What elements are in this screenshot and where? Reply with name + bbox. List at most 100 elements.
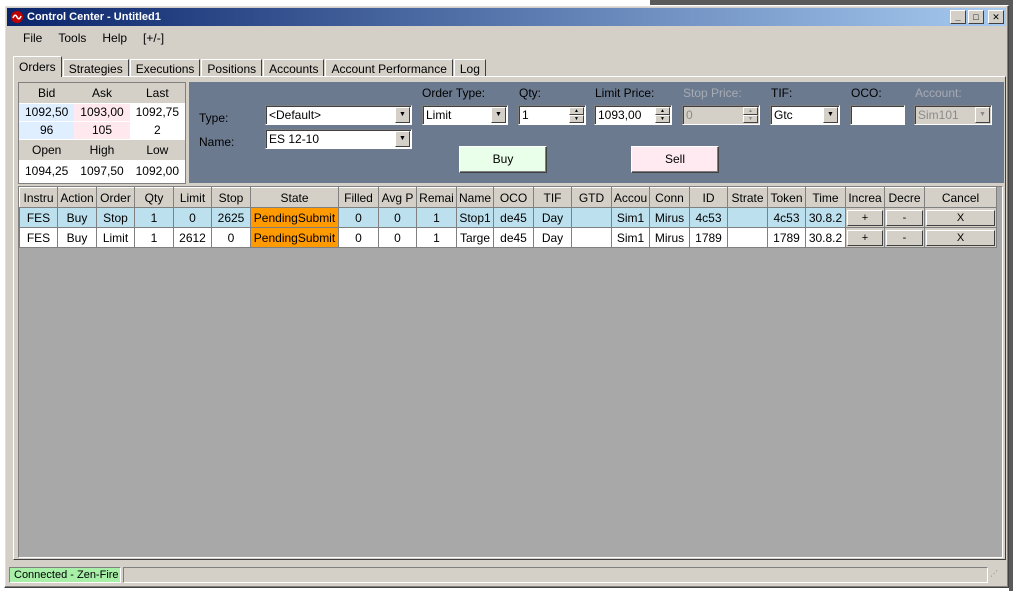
quote-prices: 1092,50 1093,00 1092,75 [19,104,185,121]
col-limit[interactable]: Limit [173,187,212,208]
tab-executions[interactable]: Executions [129,59,201,77]
table-row[interactable]: FES Buy Stop 1 0 2625 PendingSubmit 0 0 … [19,207,997,228]
high-price: 1097,50 [80,164,124,178]
limit-price-value: 1093,00 [598,108,642,122]
increase-button[interactable]: + [847,209,883,226]
cell-strategy [727,227,768,248]
quote-header-bid-ask-last: Bid Ask Last [19,83,185,103]
cell-time: 30.8.2 [805,207,846,228]
tab-accounts[interactable]: Accounts [263,59,325,77]
last-price: 1092,75 [135,105,180,119]
stop-price-value: 0 [686,108,693,122]
cell-action: Buy [57,227,97,248]
cell-limit: 0 [173,207,212,228]
tab-log[interactable]: Log [453,59,486,77]
col-order[interactable]: Order [96,187,135,208]
col-increase[interactable]: Increa [845,187,885,208]
menu-help[interactable]: Help [94,29,135,47]
last-header: Last [145,86,169,100]
cell-order: Stop [96,207,135,228]
name-combo[interactable]: ES 12-10 ▼ [265,129,412,149]
col-filled[interactable]: Filled [338,187,379,208]
cell-filled: 0 [338,227,379,248]
col-remaining[interactable]: Remai [416,187,457,208]
name-value: ES 12-10 [269,132,320,146]
menu-file[interactable]: File [15,29,50,47]
order-type-combo[interactable]: Limit ▼ [422,105,508,125]
col-gtd[interactable]: GTD [571,187,612,208]
connection-status: Connected - Zen-Fire [9,567,121,583]
tif-combo[interactable]: Gtc ▼ [770,105,840,125]
spin-up-icon[interactable]: ▲ [569,107,584,115]
cell-qty: 1 [134,227,174,248]
decrease-button[interactable]: - [886,209,923,226]
col-account[interactable]: Accou [611,187,650,208]
tab-positions[interactable]: Positions [201,59,263,77]
buy-button[interactable]: Buy [459,146,547,173]
low-header: Low [146,143,169,157]
cancel-order-button[interactable]: X [926,209,995,226]
col-decrease[interactable]: Decre [884,187,925,208]
account-combo: Sim101 ▼ [914,105,992,125]
cell-state: PendingSubmit [250,207,339,228]
quote-sizes: 96 105 2 [19,122,185,139]
type-value: <Default> [269,108,322,122]
type-label: Type: [199,111,229,125]
col-qty[interactable]: Qty [134,187,174,208]
chevron-down-icon[interactable]: ▼ [491,107,506,123]
cell-name: Stop1 [456,207,494,228]
col-stop[interactable]: Stop [211,187,251,208]
col-time[interactable]: Time [805,187,846,208]
stop-price-spinner: 0 ▲ ▼ [682,105,760,125]
col-strategy[interactable]: Strate [727,187,768,208]
table-row[interactable]: FES Buy Limit 1 2612 0 PendingSubmit 0 0… [19,227,997,248]
qty-spinner[interactable]: 1 ▲ ▼ [518,105,586,125]
spin-up-icon: ▲ [743,107,758,115]
tif-label: TIF: [771,86,793,100]
col-instrument[interactable]: Instru [19,187,58,208]
app-icon [10,10,24,24]
type-combo[interactable]: <Default> ▼ [265,105,412,125]
col-avg-price[interactable]: Avg P [378,187,417,208]
oco-input[interactable] [850,105,905,125]
title-bar[interactable]: Control Center - Untitled1 _ □ ✕ [7,8,1006,26]
col-action[interactable]: Action [57,187,97,208]
maximize-button[interactable]: □ [968,10,984,24]
increase-button[interactable]: + [847,229,883,246]
open-price: 1094,25 [24,164,69,178]
cell-stop: 0 [211,227,251,248]
spin-down-icon[interactable]: ▼ [569,115,584,123]
decrease-button[interactable]: - [886,229,923,246]
col-state[interactable]: State [250,187,339,208]
spin-up-icon[interactable]: ▲ [655,107,670,115]
col-cancel[interactable]: Cancel [924,187,997,208]
menu-tools[interactable]: Tools [50,29,94,47]
quote-ohl-values: 1094,25 1097,50 1092,00 [19,163,185,180]
chevron-down-icon[interactable]: ▼ [395,131,410,147]
chevron-down-icon[interactable]: ▼ [395,107,410,123]
col-tif[interactable]: TIF [533,187,572,208]
tab-orders[interactable]: Orders [13,56,62,77]
minimize-button[interactable]: _ [950,10,966,24]
cell-avg-price: 0 [378,207,417,228]
menu-expand[interactable]: [+/-] [135,29,172,47]
qty-value: 1 [522,108,529,122]
limit-price-spinner[interactable]: 1093,00 ▲ ▼ [594,105,672,125]
spin-down-icon[interactable]: ▼ [655,115,670,123]
col-connection[interactable]: Conn [649,187,690,208]
resize-grip-icon[interactable]: ⋰ [990,569,1004,583]
last-size: 2 [153,123,161,137]
col-token[interactable]: Token [767,187,806,208]
col-name[interactable]: Name [456,187,494,208]
cancel-order-button[interactable]: X [926,229,995,246]
chevron-down-icon[interactable]: ▼ [823,107,838,123]
tab-strategies[interactable]: Strategies [62,59,129,77]
col-oco[interactable]: OCO [493,187,534,208]
col-id[interactable]: ID [689,187,728,208]
close-button[interactable]: ✕ [988,10,1004,24]
cell-oco: de45 [493,227,534,248]
control-center-window: Control Center - Untitled1 _ □ ✕ File To… [4,5,1009,588]
tab-account-performance[interactable]: Account Performance [325,59,453,77]
sell-button[interactable]: Sell [631,146,719,173]
limit-price-label: Limit Price: [595,86,655,100]
